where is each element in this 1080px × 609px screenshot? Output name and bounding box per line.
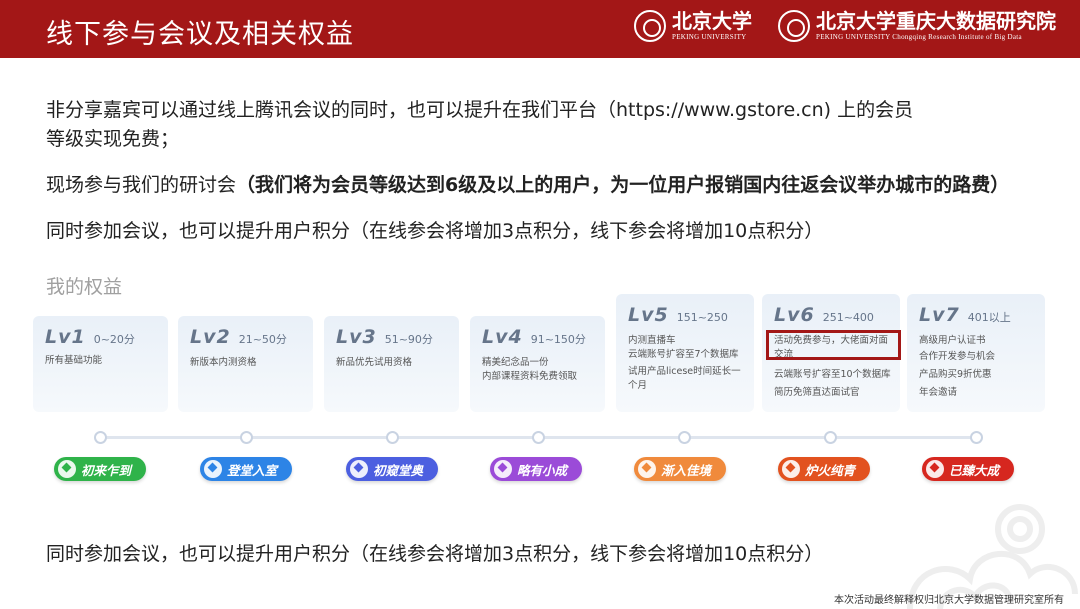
level-benefit: 精美纪念品一份 [482,357,549,368]
level-benefit: 所有基础功能 [45,355,103,366]
level-benefit: 内测直播车 [628,335,676,346]
heart-icon [204,460,222,478]
heart-icon [782,460,800,478]
heart-icon [350,460,368,478]
level-benefit: 个月 [628,380,648,391]
badge-lv6: 炉火纯青 [778,457,870,481]
benefits-section-label: 我的权益 [46,276,123,298]
level-benefit: 云端账号扩容至7个数据库 [628,349,739,360]
footer-disclaimer: 本次活动最终解释权归北京大学数据管理研究室所有 [834,595,1064,606]
level-dot [94,431,107,444]
bdr-seal-icon [778,9,810,42]
para-3: 同时参加会议，也可以提升用户积分（在线参会将增加3点积分，线下参会将增加10点积… [46,220,824,242]
header-bar: 线下参与会议及相关权益 北京大学 PEKING UNIVERSITY 北京大学重… [0,0,1080,58]
level-name: Lv1 [45,326,86,348]
badge-label: 登堂入室 [227,462,278,478]
page-title: 线下参与会议及相关权益 [46,19,354,50]
pku-logo: 北京大学 PEKING UNIVERSITY [634,9,752,42]
heart-icon [494,460,512,478]
level-name: Lv2 [190,326,231,348]
para-2: 现场参与我们的研讨会（我们将为会员等级达到6级及以上的用户，为一位用户报销国内往… [46,170,1009,197]
level-benefit: 内部课程资料免费领取 [482,371,578,382]
level-card-1: Lv1 0~20分 所有基础功能 [33,316,168,412]
bdr-logo: 北京大学重庆大数据研究院 PEKING UNIVERSITY Chongqing… [778,9,1056,42]
lv6-highlight-box [766,330,901,360]
level-range: 21~50分 [238,333,287,346]
level-dot [824,431,837,444]
level-card-4: Lv4 91~150分 精美纪念品一份 内部课程资料免费领取 [470,316,605,412]
level-benefit: 新品优先试用资格 [336,357,413,368]
badge-lv1: 初来乍到 [54,457,146,481]
level-benefit: 合作开发参与机会 [919,351,996,362]
pku-logo-cn: 北京大学 [672,9,752,33]
level-name: Lv7 [919,304,960,326]
level-benefit: 试用产品licese时间延长一 [628,366,741,377]
level-dot [678,431,691,444]
level-card-3: Lv3 51~90分 新品优先试用资格 [324,316,459,412]
badge-lv5: 渐入佳境 [634,457,726,481]
level-benefit: 新版本内测资格 [190,357,257,368]
level-benefit: 高级用户认证书 [919,335,986,346]
heart-icon [58,460,76,478]
level-dot [240,431,253,444]
level-card-2: Lv2 21~50分 新版本内测资格 [178,316,313,412]
badge-label: 炉火纯青 [805,462,856,478]
para-2-prefix: 现场参与我们的研讨会 [46,174,237,196]
para-1-line-2: 等级实现免费； [46,128,180,150]
bdr-logo-en: PEKING UNIVERSITY Chongqing Research Ins… [816,33,1022,41]
para-4: 同时参加会议，也可以提升用户积分（在线参会将增加3点积分，线下参会将增加10点积… [46,543,824,565]
level-benefit: 云端账号扩容至10个数据库 [774,369,891,380]
badge-label: 略有小成 [517,462,568,478]
level-benefit: 简历免筛直达面试官 [774,387,860,398]
para-1-line-1: 非分享嘉宾可以通过线上腾讯会议的同时，也可以提升在我们平台（https://ww… [46,99,914,121]
level-range: 91~150分 [530,333,586,346]
level-name: Lv6 [774,304,815,326]
level-name: Lv5 [628,304,669,326]
badge-lv7: 已臻大成 [922,457,1014,481]
level-card-5: Lv5 151~250 内测直播车 云端账号扩容至7个数据库 试用产品licese… [616,294,754,412]
badge-label: 渐入佳境 [661,462,712,478]
level-range: 0~20分 [93,333,135,346]
pku-logo-en: PEKING UNIVERSITY [672,33,747,41]
level-name: Lv3 [336,326,377,348]
heart-icon [638,460,656,478]
pku-seal-icon [634,9,666,42]
level-card-7: Lv7 401以上 高级用户认证书 合作开发参与机会 产品购买9折优惠 年会邀请 [907,294,1045,412]
level-benefit: 年会邀请 [919,387,958,398]
badge-lv2: 登堂入室 [200,457,292,481]
badge-label: 初窥堂奥 [373,462,424,478]
level-dot [970,431,983,444]
level-benefit: 产品购买9折优惠 [919,369,992,380]
level-range: 51~90分 [384,333,433,346]
bdr-logo-cn: 北京大学重庆大数据研究院 [816,9,1056,33]
level-range: 251~400 [822,311,874,324]
level-dot [532,431,545,444]
badge-lv4: 略有小成 [490,457,582,481]
level-range: 151~250 [676,311,728,324]
level-dot [386,431,399,444]
badge-lv3: 初窥堂奥 [346,457,438,481]
level-name: Lv4 [482,326,523,348]
badge-label: 已臻大成 [949,462,1000,478]
para-2-bold: （我们将为会员等级达到6级及以上的用户，为一位用户报销国内往返会议举办城市的路费… [236,174,1010,196]
level-range: 401以上 [967,311,1011,324]
heart-icon [926,460,944,478]
badge-label: 初来乍到 [81,462,132,478]
